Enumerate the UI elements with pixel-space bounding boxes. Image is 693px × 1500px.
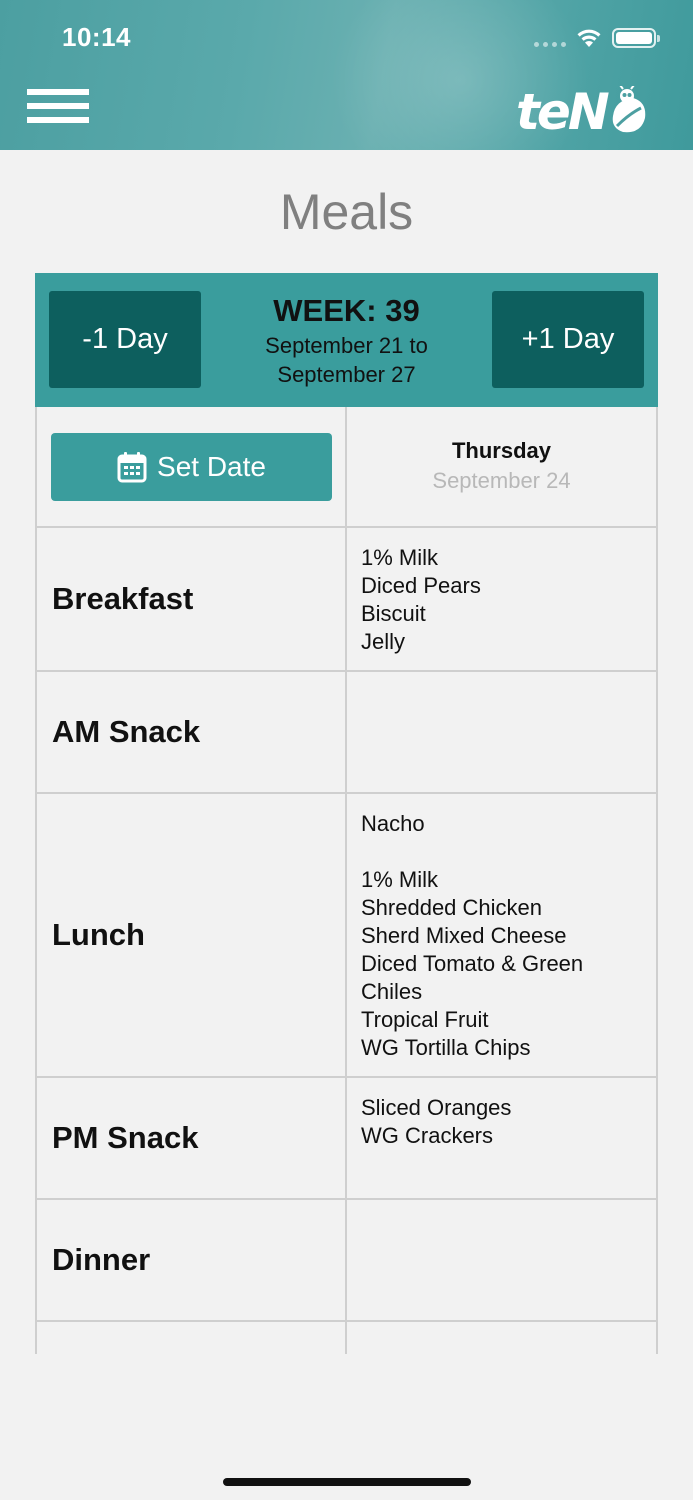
page-title: Meals [279,184,414,240]
home-indicator[interactable] [223,1478,471,1486]
logo-text: teN [516,83,610,141]
meal-row-dinner: Dinner [35,1200,658,1322]
meal-name: Breakfast [52,581,194,616]
week-range-start: September 21 to [265,333,428,358]
meal-items-cell [347,1200,656,1320]
week-range-end: September 27 [277,362,416,387]
battery-icon [612,28,660,48]
meal-name-cell: AM Snack [37,672,347,792]
cellular-signal-icon [534,42,566,47]
next-day-button[interactable]: +1 Day [492,291,644,388]
meal-row-breakfast: Breakfast 1% Milk Diced Pears Biscuit Je… [35,528,658,672]
meal-items: 1% Milk Diced Pears Biscuit Jelly [361,545,481,654]
week-label: WEEK: 39 [273,293,420,328]
meal-row-am-snack: AM Snack [35,672,658,794]
set-date-button[interactable]: Set Date [51,432,332,501]
set-date-cell: Set Date [37,407,347,526]
meal-row-lunch: Lunch Nacho 1% Milk Shredded Chicken She… [35,794,658,1078]
ladybug-leaf-icon [612,86,645,133]
menu-line-icon [27,103,89,109]
meal-name-cell: Dinner [37,1200,347,1320]
set-date-label: Set Date [157,450,266,482]
meal-name: PM Snack [52,1120,199,1155]
meal-name: Lunch [52,917,145,952]
app-logo: teN [516,86,649,138]
selected-day-date: September 24 [432,468,571,493]
meal-name-cell: Lunch [37,794,347,1076]
meal-row-partial [35,1322,658,1354]
meal-items-cell: Sliced Oranges WG Crackers [347,1078,656,1198]
meal-name-cell: PM Snack [37,1078,347,1198]
meal-items-cell [347,672,656,792]
meal-items-cell: Nacho 1% Milk Shredded Chicken Sherd Mix… [347,794,656,1076]
meal-name: AM Snack [52,714,201,749]
meal-row-pm-snack: PM Snack Sliced Oranges WG Crackers [35,1078,658,1200]
hamburger-menu-button[interactable] [27,89,89,139]
date-row: Set Date Thursday September 24 [35,407,658,528]
meal-items: Sliced Oranges WG Crackers [361,1095,512,1148]
app-header: 10:14 teN [0,0,693,150]
meal-items-cell [347,1322,656,1354]
selected-day-name: Thursday [451,438,552,463]
menu-line-icon [27,89,89,95]
menu-line-icon [27,117,89,123]
meal-name-cell [37,1322,347,1354]
status-time: 10:14 [62,22,131,52]
previous-day-button[interactable]: -1 Day [49,291,201,388]
meal-items: Nacho 1% Milk Shredded Chicken Sherd Mix… [361,811,584,1060]
meal-name: Dinner [52,1242,151,1277]
meal-name-cell: Breakfast [37,528,347,670]
wifi-icon [577,29,601,47]
week-info: WEEK: 39 September 21 to September 27 [205,293,488,389]
meals-table: Set Date Thursday September 24 Breakfast… [35,407,658,1354]
meal-items-cell: 1% Milk Diced Pears Biscuit Jelly [347,528,656,670]
selected-day-cell: Thursday September 24 [347,407,656,526]
week-navigation-bar: -1 Day WEEK: 39 September 21 to Septembe… [35,273,658,407]
calendar-icon [117,451,147,482]
